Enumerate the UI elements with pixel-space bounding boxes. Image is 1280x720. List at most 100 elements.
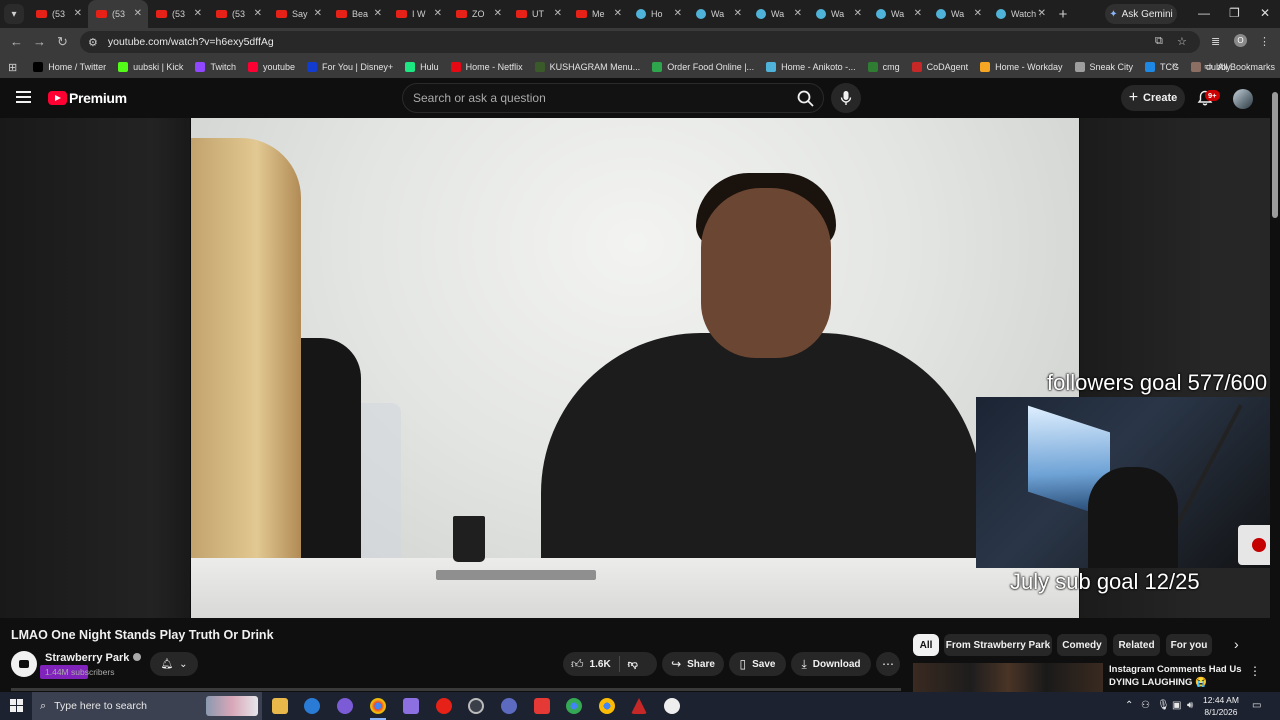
browser-tab[interactable]: Ho ✕ bbox=[628, 0, 688, 28]
video-frame[interactable] bbox=[191, 118, 1079, 618]
bookmark-item[interactable]: youtube bbox=[247, 62, 295, 72]
bookmark-item[interactable]: KUSHAGRAM Menu... bbox=[534, 62, 640, 72]
search-input[interactable]: Search or ask a question bbox=[402, 83, 824, 113]
apps-grid-icon[interactable]: ⊞ bbox=[8, 61, 17, 74]
chrome-icon[interactable] bbox=[370, 698, 386, 714]
browser-tab[interactable]: Wa ✕ bbox=[868, 0, 928, 28]
browser-tab[interactable]: Watch T ✕ bbox=[988, 0, 1052, 28]
reading-list-icon[interactable]: ≣ bbox=[1211, 35, 1220, 48]
bookmark-item[interactable]: CoDAgent bbox=[911, 62, 968, 72]
youtube-logo-icon[interactable] bbox=[48, 91, 67, 105]
close-tab-icon[interactable]: ✕ bbox=[914, 8, 922, 19]
minimize-button[interactable]: — bbox=[1198, 6, 1210, 20]
browser-tab[interactable]: Me ✕ bbox=[568, 0, 628, 28]
close-tab-icon[interactable]: ✕ bbox=[194, 8, 202, 19]
close-tab-icon[interactable]: ✕ bbox=[1038, 8, 1046, 19]
reload-icon[interactable]: ↻ bbox=[57, 34, 68, 50]
close-tab-icon[interactable]: ✕ bbox=[734, 8, 742, 19]
share-button[interactable]: ↪ Share bbox=[662, 652, 724, 676]
windows-start-icon[interactable] bbox=[10, 699, 23, 712]
dislike-button[interactable]: 👎︎ bbox=[628, 658, 638, 670]
edge-icon[interactable] bbox=[304, 698, 320, 714]
vpn-icon[interactable] bbox=[631, 698, 647, 714]
steam-icon[interactable] bbox=[468, 698, 484, 714]
chrome-profile-2-icon[interactable] bbox=[599, 698, 615, 714]
close-tab-icon[interactable]: ✕ bbox=[314, 8, 322, 19]
all-bookmarks-button[interactable]: ▭ All Bookmarks bbox=[1204, 61, 1275, 72]
menu-icon[interactable] bbox=[16, 91, 31, 103]
channel-name-row[interactable]: Strawberry Park bbox=[45, 652, 142, 664]
system-clock[interactable]: 12:44 AM 8/1/2026 bbox=[1203, 694, 1239, 718]
browser-tab[interactable]: Wa ✕ bbox=[928, 0, 988, 28]
channel-name[interactable]: Strawberry Park bbox=[45, 652, 129, 664]
related-video-title[interactable]: Instagram Comments Had Us DYING LAUGHING… bbox=[1109, 663, 1249, 689]
bookmark-item[interactable]: uubski | Kick bbox=[118, 62, 183, 72]
browser-tab[interactable]: (53 ✕ bbox=[208, 0, 268, 28]
chip-for-you[interactable]: For you bbox=[1166, 634, 1212, 656]
tray-chevron-up-icon[interactable]: ⌃ bbox=[1125, 700, 1133, 711]
search-button[interactable] bbox=[790, 85, 820, 111]
discord-icon[interactable] bbox=[337, 698, 353, 714]
like-button[interactable]: 👍︎ 1.6K bbox=[571, 657, 611, 672]
address-bar[interactable]: ⚙ youtube.com/watch?v=h6exy5dffAg bbox=[80, 31, 1200, 53]
browser-tab[interactable]: UT ✕ bbox=[508, 0, 568, 28]
bookmark-item[interactable]: Home - Netflix bbox=[450, 62, 523, 72]
tab-search-icon[interactable]: ▾ bbox=[4, 4, 24, 24]
close-tab-icon[interactable]: ✕ bbox=[134, 8, 142, 19]
more-actions-button[interactable]: ⋯ bbox=[876, 652, 900, 676]
more-bookmarks-icon[interactable]: » bbox=[1172, 60, 1178, 71]
bookmark-star-icon[interactable]: ☆ bbox=[1177, 35, 1187, 48]
volume-icon[interactable]: 🔊︎ bbox=[1187, 700, 1193, 711]
account-avatar[interactable] bbox=[1233, 89, 1253, 109]
browser-tab[interactable]: (53 ✕ bbox=[148, 0, 208, 28]
network-icon[interactable]: ▣ bbox=[1172, 700, 1181, 711]
close-tab-icon[interactable]: ✕ bbox=[254, 8, 262, 19]
back-icon[interactable]: ← bbox=[10, 34, 23, 49]
chrome-menu-icon[interactable]: ⋮ bbox=[1259, 35, 1270, 48]
browser-tab[interactable]: (53 ✕ bbox=[88, 0, 148, 28]
close-tab-icon[interactable]: ✕ bbox=[974, 8, 982, 19]
bookmark-item[interactable]: Home - Anikoto -... bbox=[766, 62, 856, 72]
scrollbar-thumb[interactable] bbox=[1272, 92, 1278, 218]
browser-tab[interactable]: Say ✕ bbox=[268, 0, 328, 28]
chip-from-channel[interactable]: From Strawberry Park bbox=[944, 634, 1052, 656]
restore-button[interactable]: ❐ bbox=[1229, 6, 1240, 20]
notification-center-icon[interactable]: ▭ bbox=[1252, 700, 1261, 711]
bookmark-item[interactable]: Order Food Online |... bbox=[652, 62, 754, 72]
close-tab-icon[interactable]: ✕ bbox=[854, 8, 862, 19]
close-tab-icon[interactable]: ✕ bbox=[374, 8, 382, 19]
download-button[interactable]: ⤓ Download bbox=[791, 652, 871, 676]
browser-tab[interactable]: I W ✕ bbox=[388, 0, 448, 28]
create-button[interactable]: + Create bbox=[1121, 85, 1185, 111]
game-controller-icon[interactable] bbox=[403, 698, 419, 714]
ask-gemini-button[interactable]: ✦ Ask Gemini bbox=[1105, 4, 1177, 24]
amd-icon[interactable] bbox=[534, 698, 550, 714]
taskbar-search[interactable]: ⌕ Type here to search bbox=[32, 692, 262, 720]
app-icon[interactable] bbox=[501, 698, 517, 714]
profile-avatar[interactable]: O bbox=[1234, 34, 1247, 47]
install-app-icon[interactable]: ⧉ bbox=[1155, 35, 1163, 48]
browser-tab[interactable]: ZO ✕ bbox=[448, 0, 508, 28]
chip-all[interactable]: All bbox=[913, 634, 939, 656]
bookmark-item[interactable]: Hulu bbox=[405, 62, 439, 72]
browser-tab[interactable]: Bea ✕ bbox=[328, 0, 388, 28]
close-tab-icon[interactable]: ✕ bbox=[794, 8, 802, 19]
people-icon[interactable]: ⚇ bbox=[1141, 700, 1150, 711]
close-tab-icon[interactable]: ✕ bbox=[74, 8, 82, 19]
channel-avatar[interactable] bbox=[11, 651, 37, 677]
browser-tab[interactable]: Wa ✕ bbox=[808, 0, 868, 28]
new-tab-button[interactable]: + bbox=[1052, 0, 1074, 28]
close-tab-icon[interactable]: ✕ bbox=[614, 8, 622, 19]
bookmark-item[interactable]: Home - Workday bbox=[980, 62, 1063, 72]
bookmark-item[interactable]: Twitch bbox=[195, 62, 236, 72]
chip-comedy[interactable]: Comedy bbox=[1057, 634, 1107, 656]
browser-tab[interactable]: Wa ✕ bbox=[688, 0, 748, 28]
bookmark-item[interactable]: Home / Twitter bbox=[33, 62, 106, 72]
chip-related[interactable]: Related bbox=[1113, 634, 1160, 656]
bookmark-item[interactable]: Sneak City bbox=[1074, 62, 1133, 72]
related-video-thumbnail[interactable] bbox=[913, 663, 1103, 693]
save-button[interactable]: ▯ Save bbox=[729, 652, 786, 676]
close-tab-icon[interactable]: ✕ bbox=[434, 8, 442, 19]
mic-tray-icon[interactable]: 🎙︎ bbox=[1157, 700, 1170, 711]
chevron-right-icon[interactable]: › bbox=[1234, 636, 1239, 652]
